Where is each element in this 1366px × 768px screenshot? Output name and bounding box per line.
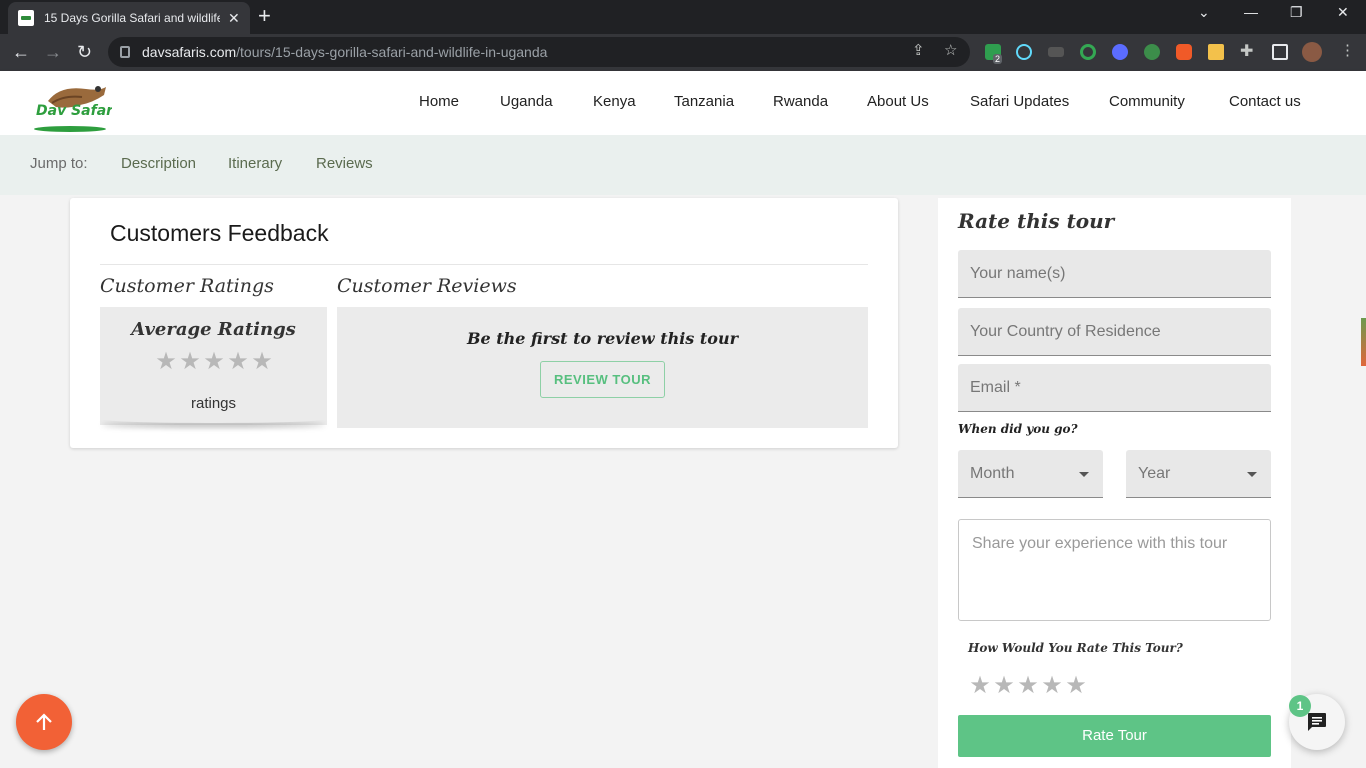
rating-question-label: How Would You Rate This Tour?: [968, 641, 1183, 655]
star-icon[interactable]: ★: [1064, 671, 1088, 700]
react-devtools-icon[interactable]: [1016, 44, 1032, 60]
rate-tour-button[interactable]: Rate Tour: [958, 715, 1271, 757]
notes-extension-icon[interactable]: [1208, 44, 1224, 60]
star-icon[interactable]: ★: [968, 671, 992, 700]
chevron-down-icon: [1079, 472, 1089, 477]
review-tour-button[interactable]: REVIEW TOUR: [540, 361, 665, 398]
jump-itinerary-link[interactable]: Itinerary: [228, 155, 282, 172]
bookmark-star-icon[interactable]: ☆: [944, 41, 957, 59]
month-select[interactable]: Month: [958, 450, 1103, 498]
year-select[interactable]: Year: [1126, 450, 1271, 498]
jump-to-label: Jump to:: [30, 155, 88, 172]
scrollbar-thumb[interactable]: [1361, 318, 1366, 366]
back-arrow-icon[interactable]: ←: [12, 42, 30, 62]
arrow-up-icon: [36, 713, 52, 730]
dav-safaris-logo[interactable]: Dav Safaris: [30, 77, 126, 133]
lock-icon: [120, 46, 130, 58]
jump-description-link[interactable]: Description: [121, 155, 196, 172]
browser-toolbar: ← → ↻ davsafaris.com/tours/15-days-goril…: [0, 34, 1366, 71]
share-icon[interactable]: ⇪: [912, 41, 925, 59]
forward-arrow-icon[interactable]: →: [44, 42, 62, 62]
star-icon: ★: [179, 348, 201, 375]
divider: [100, 264, 868, 265]
logo-text: Dav Safaris: [36, 103, 112, 119]
email-input[interactable]: Email *: [958, 364, 1271, 412]
nav-tanzania[interactable]: Tanzania: [674, 93, 734, 110]
target-extension-icon[interactable]: [1080, 44, 1096, 60]
nav-safari-updates[interactable]: Safari Updates: [970, 93, 1069, 110]
tab-close-icon[interactable]: ✕: [228, 10, 240, 27]
when-did-you-go-label: When did you go?: [958, 422, 1078, 436]
star-icon[interactable]: ★: [1016, 671, 1040, 700]
experience-textarea[interactable]: Share your experience with this tour: [958, 519, 1271, 621]
feedback-title: Customers Feedback: [110, 220, 329, 246]
site-favicon-icon: [18, 10, 34, 26]
menu-kebab-icon[interactable]: ⋮: [1340, 41, 1355, 59]
browser-tab[interactable]: 15 Days Gorilla Safari and wildlife in U…: [8, 2, 250, 34]
average-star-rating: ★ ★ ★ ★ ★: [154, 347, 274, 376]
country-input[interactable]: Your Country of Residence: [958, 308, 1271, 356]
month-select-value: Month: [970, 465, 1015, 482]
star-icon: ★: [251, 348, 273, 375]
extension-icon[interactable]: [1048, 47, 1064, 57]
nav-rwanda[interactable]: Rwanda: [773, 93, 828, 110]
name-input[interactable]: Your name(s): [958, 250, 1271, 298]
nav-about-us[interactable]: About Us: [867, 93, 929, 110]
site-header: Dav Safaris Home Uganda Kenya Tanzania R…: [0, 71, 1366, 135]
star-icon: ★: [203, 348, 225, 375]
ratings-count-label: ratings: [190, 395, 237, 412]
nav-community[interactable]: Community: [1109, 93, 1185, 110]
restore-button[interactable]: ❐: [1290, 4, 1303, 21]
star-icon[interactable]: ★: [992, 671, 1016, 700]
customer-reviews-box: Be the first to review this tour REVIEW …: [337, 307, 868, 428]
nav-kenya[interactable]: Kenya: [593, 93, 636, 110]
star-icon: ★: [227, 348, 249, 375]
tour-star-rating-input[interactable]: ★ ★ ★ ★ ★: [968, 671, 1088, 700]
rate-tour-form: Rate this tour Your name(s) Your Country…: [938, 198, 1291, 768]
nav-contact-us[interactable]: Contact us: [1229, 93, 1301, 110]
new-tab-button[interactable]: +: [258, 5, 271, 27]
customers-feedback-card: Customers Feedback Customer Ratings Cust…: [70, 198, 898, 448]
extension-badge: 2: [993, 54, 1003, 64]
year-select-value: Year: [1138, 465, 1171, 482]
close-window-button[interactable]: ✕: [1337, 4, 1349, 21]
reload-icon[interactable]: ↻: [77, 42, 92, 62]
rate-form-title: Rate this tour: [958, 209, 1115, 233]
person-extension-icon[interactable]: [1176, 44, 1192, 60]
average-ratings-box: Average Ratings ★ ★ ★ ★ ★ ratings: [100, 307, 327, 425]
browser-tab-strip: 15 Days Gorilla Safari and wildlife in U…: [0, 0, 1366, 34]
nav-uganda[interactable]: Uganda: [500, 93, 553, 110]
star-icon: ★: [155, 348, 177, 375]
star-icon[interactable]: ★: [1040, 671, 1064, 700]
globe-extension-icon[interactable]: [1144, 44, 1160, 60]
scroll-to-top-button[interactable]: [16, 694, 72, 750]
jump-reviews-link[interactable]: Reviews: [316, 155, 373, 172]
chat-unread-badge: 1: [1289, 695, 1311, 717]
chat-bubble-icon: [1308, 713, 1326, 731]
url-text: davsafaris.com/tours/15-days-gorilla-saf…: [142, 44, 548, 60]
customer-ratings-heading: Customer Ratings: [100, 275, 274, 297]
nav-home[interactable]: Home: [419, 93, 459, 110]
chevron-down-icon: [1247, 472, 1257, 477]
side-panel-icon[interactable]: [1272, 44, 1288, 60]
average-ratings-title: Average Ratings: [131, 319, 296, 340]
puzzle-extensions-icon[interactable]: ✚: [1240, 41, 1253, 61]
customer-reviews-heading: Customer Reviews: [337, 275, 517, 297]
tab-title: 15 Days Gorilla Safari and wildlife in U…: [44, 11, 220, 25]
tab-search-icon[interactable]: ⌄: [1198, 4, 1210, 21]
gear-extension-icon[interactable]: [1112, 44, 1128, 60]
address-bar[interactable]: davsafaris.com/tours/15-days-gorilla-saf…: [108, 37, 970, 67]
minimize-button[interactable]: —: [1244, 4, 1258, 20]
first-review-text: Be the first to review this tour: [466, 329, 739, 348]
jump-to-bar: Jump to: Description Itinerary Reviews: [0, 135, 1366, 195]
profile-avatar[interactable]: [1302, 42, 1322, 62]
